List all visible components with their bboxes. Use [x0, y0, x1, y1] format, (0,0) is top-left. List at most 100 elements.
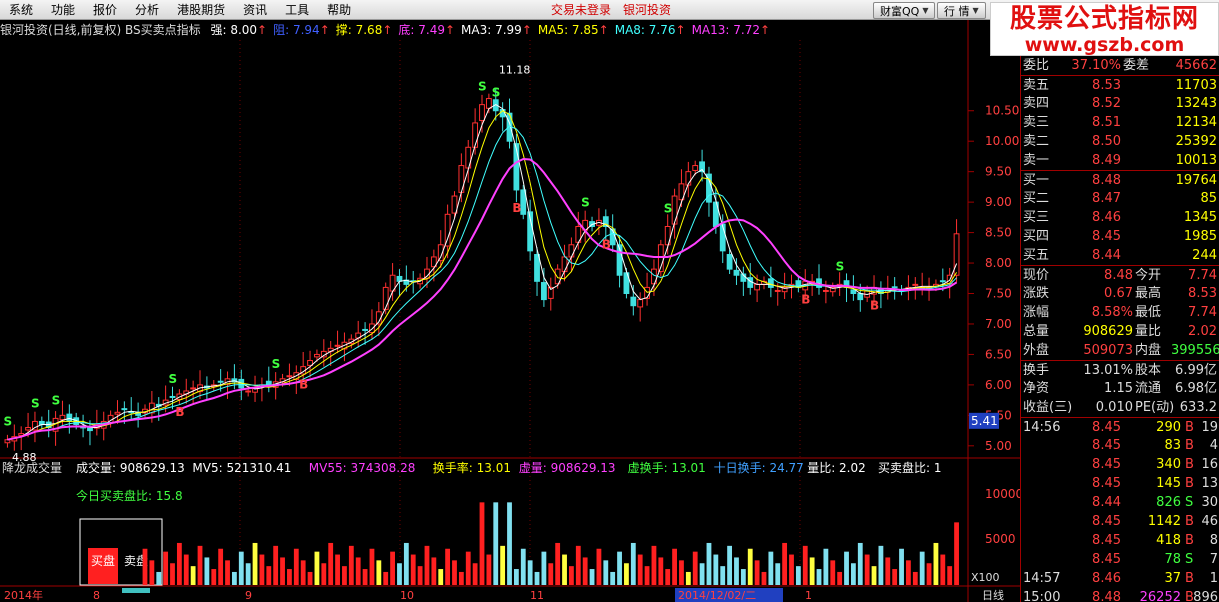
- stat-row[interactable]: 总量 908629 量比 2.02: [1021, 322, 1219, 341]
- fund-value: 6.99亿: [1175, 363, 1217, 378]
- menu-item-6[interactable]: 工具: [276, 0, 318, 20]
- volume-bar: [596, 548, 602, 585]
- volume-bar: [569, 566, 574, 585]
- ask-volume: 25392: [1175, 134, 1217, 149]
- menu-item-0[interactable]: 系统: [0, 0, 42, 20]
- stat-row[interactable]: 涨跌 0.67 最高 8.53: [1021, 284, 1219, 303]
- menu-items: 系统 功能 报价 分析 港股期货 资讯 工具 帮助: [0, 0, 360, 20]
- volume-bar: [403, 542, 409, 585]
- volume-bar: [637, 554, 643, 585]
- fundamental-row[interactable]: 收益(三) 0.010 PE(动) 633.2: [1021, 398, 1219, 417]
- bid-volume: 85: [1200, 191, 1217, 206]
- price-tick-label: 6.00: [985, 378, 1012, 392]
- menu-item-2[interactable]: 报价: [84, 0, 126, 20]
- buy-label: 买盘: [91, 553, 115, 568]
- ma3-line: [7, 104, 958, 441]
- stat-label: 涨幅: [1023, 305, 1050, 320]
- entrust-ratio-label: 委比: [1023, 58, 1050, 73]
- candle-body: [479, 104, 485, 121]
- menu-item-3[interactable]: 分析: [126, 0, 168, 20]
- fund-label: 股本: [1135, 363, 1162, 378]
- volume-indicator-5: 虚换手: 13.01: [628, 461, 706, 475]
- candle-body: [265, 380, 272, 386]
- ask-row[interactable]: 卖四 8.52 13243: [1021, 94, 1219, 113]
- menu-item-7[interactable]: 帮助: [318, 0, 360, 20]
- volume-bar: [293, 548, 299, 585]
- tick-volume: 1142: [1147, 514, 1181, 529]
- chart-canvas[interactable]: 10.50 10.00 9.50 9.00 8.50 8.00 7.50 7.00 6.50 6.…: [0, 20, 1020, 602]
- tick-row[interactable]: 8.45 145 B 13: [1021, 474, 1219, 493]
- stat-value: 509073: [1083, 343, 1133, 358]
- stat-row[interactable]: 现价 8.48 今开 7.74: [1021, 265, 1219, 284]
- volume-bar: [252, 542, 258, 585]
- volume-bar: [864, 554, 870, 585]
- tick-row[interactable]: 8.45 340 B 16: [1021, 455, 1219, 474]
- ask-row[interactable]: 卖二 8.50 25392: [1021, 132, 1219, 151]
- tick-count: 46: [1201, 514, 1218, 529]
- bid-row[interactable]: 买二 8.47 85: [1021, 189, 1219, 208]
- tick-volume: 418: [1156, 533, 1181, 548]
- volume-bar: [692, 551, 698, 585]
- tick-row[interactable]: 8.44 826 S 30: [1021, 493, 1219, 512]
- fundamental-row[interactable]: 净资 1.15 流通 6.98亿: [1021, 379, 1219, 398]
- volume-bar: [768, 551, 774, 585]
- kline-chart-area[interactable]: 银河投资(日线,前复权) BS买卖点指标 强: 8.00↑ 阻: 7.94↑ 撑: …: [0, 20, 1020, 602]
- tick-count: 7: [1209, 552, 1218, 567]
- tick-row[interactable]: 14:57 8.46 37 B 1: [1021, 569, 1219, 588]
- bid-row[interactable]: 买四 8.45 1985: [1021, 227, 1219, 246]
- volume-bar: [651, 545, 657, 585]
- volume-bar: [369, 548, 375, 585]
- volume-bar: [665, 569, 671, 585]
- candle-body: [362, 328, 368, 331]
- candle-body: [217, 380, 224, 383]
- trade-status[interactable]: 交易未登录: [551, 0, 611, 20]
- ask-row[interactable]: 卖一 8.49 10013: [1021, 151, 1219, 170]
- candle-body: [334, 344, 341, 347]
- volume-bar: [617, 551, 622, 585]
- menu-item-4[interactable]: 港股期货: [168, 0, 234, 20]
- volume-bar: [809, 557, 815, 585]
- entrust-row[interactable]: 委比 37.10% 委差 45662: [1021, 56, 1219, 75]
- tick-row[interactable]: 14:56 8.45 290 B 19: [1021, 417, 1219, 436]
- volume-bar: [280, 557, 285, 585]
- volume-bar: [720, 566, 726, 585]
- price-tick-label: 9.50: [985, 165, 1012, 179]
- fund-value: 13.01%: [1083, 363, 1133, 378]
- volume-bar: [513, 569, 519, 585]
- wealth-qq-button[interactable]: 财富QQ ▼: [873, 2, 936, 19]
- volume-bar: [176, 542, 182, 585]
- volume-bar: [837, 571, 843, 585]
- tick-row[interactable]: 8.45 418 B 8: [1021, 531, 1219, 550]
- ask-row[interactable]: 卖三 8.51 12134: [1021, 113, 1219, 132]
- stat-row[interactable]: 外盘 509073 内盘 399556: [1021, 341, 1219, 360]
- stat-label: 今开: [1135, 268, 1162, 283]
- volume-bar: [348, 545, 354, 585]
- sell-signal: S: [836, 259, 845, 273]
- menu-item-5[interactable]: 资讯: [234, 0, 276, 20]
- volume-indicator-1: MV5: 521310.41: [192, 461, 291, 475]
- tick-row[interactable]: 15:00 8.48 26252 B 896: [1021, 588, 1219, 602]
- ask-price: 8.49: [1092, 153, 1121, 168]
- tick-row[interactable]: 8.45 1142 B 46: [1021, 512, 1219, 531]
- volume-indicator-3: 换手率: 13.01: [433, 460, 511, 475]
- fundamental-row[interactable]: 换手 13.01% 股本 6.99亿: [1021, 360, 1219, 379]
- bid-row[interactable]: 买三 8.46 1345: [1021, 208, 1219, 227]
- candle-body: [369, 323, 375, 333]
- volume-bar: [390, 551, 395, 585]
- broker-link[interactable]: 银河投资: [623, 0, 671, 20]
- bid-row[interactable]: 买一 8.48 19764: [1021, 170, 1219, 189]
- tick-row[interactable]: 8.45 78 S 7: [1021, 550, 1219, 569]
- tick-time: 14:56: [1023, 420, 1061, 435]
- volume-bar: [754, 560, 760, 585]
- volume-bar: [940, 554, 946, 585]
- fund-label: PE(动): [1135, 400, 1175, 415]
- buy-signal: B: [870, 298, 879, 312]
- bid-row[interactable]: 买五 8.44 244: [1021, 246, 1219, 265]
- ask-row[interactable]: 卖五 8.53 11703: [1021, 75, 1219, 94]
- tick-row[interactable]: 8.45 83 B 4: [1021, 436, 1219, 455]
- quote-button[interactable]: 行 情 ▼: [937, 2, 986, 19]
- stat-row[interactable]: 涨幅 8.58% 最低 7.74: [1021, 303, 1219, 322]
- volume-bar: [892, 569, 898, 585]
- volume-bar: [479, 502, 485, 585]
- menu-item-1[interactable]: 功能: [42, 0, 84, 20]
